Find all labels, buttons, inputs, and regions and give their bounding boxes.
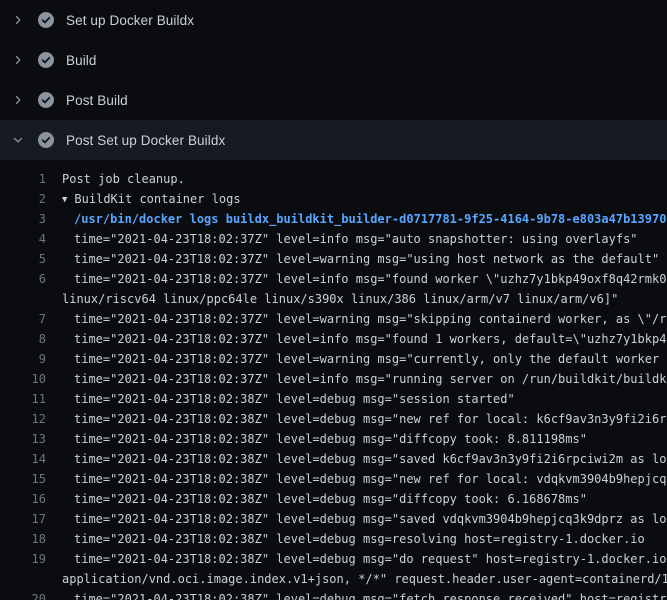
log-line-text: ▼time="2021-04-23T18:02:38Z" level=debug… xyxy=(46,529,667,549)
log-line-number xyxy=(0,569,46,589)
step-success-check-icon xyxy=(38,52,54,68)
chevron-right-icon xyxy=(12,54,24,66)
log-line-number[interactable]: 6 xyxy=(0,269,46,289)
log-line-number xyxy=(0,289,46,309)
log-line-text: ▼time="2021-04-23T18:02:38Z" level=debug… xyxy=(46,409,667,429)
log-line-text: ▼time="2021-04-23T18:02:37Z" level=warni… xyxy=(46,249,667,269)
log-line-number[interactable]: 7 xyxy=(0,309,46,329)
log-line-text: ▼time="2021-04-23T18:02:38Z" level=debug… xyxy=(46,589,667,600)
log-line-number[interactable]: 5 xyxy=(0,249,46,269)
log-line-text: ▼time="2021-04-23T18:02:37Z" level=info … xyxy=(46,269,667,289)
log-line: 8 ▼time="2021-04-23T18:02:37Z" level=inf… xyxy=(0,329,667,349)
log-line: 18 ▼time="2021-04-23T18:02:38Z" level=de… xyxy=(0,529,667,549)
log-line: 1 ▼Post job cleanup. xyxy=(0,169,667,189)
log-line-text: ▼time="2021-04-23T18:02:37Z" level=warni… xyxy=(46,309,667,329)
log-line-text: ▼time="2021-04-23T18:02:37Z" level=info … xyxy=(46,329,667,349)
log-line-number[interactable]: 16 xyxy=(0,489,46,509)
log-line: 20 ▼time="2021-04-23T18:02:38Z" level=de… xyxy=(0,589,667,600)
log-line-number[interactable]: 18 xyxy=(0,529,46,549)
log-container: 1 ▼Post job cleanup. 2 ▼BuildKit contain… xyxy=(0,160,667,600)
log-line-number[interactable]: 9 xyxy=(0,349,46,369)
log-line: 4 ▼time="2021-04-23T18:02:37Z" level=inf… xyxy=(0,229,667,249)
log-line-number[interactable]: 15 xyxy=(0,469,46,489)
log-line: 3 ▼/usr/bin/docker logs buildx_buildkit_… xyxy=(0,209,667,229)
step-label: Post Build xyxy=(66,93,128,108)
log-line-number[interactable]: 17 xyxy=(0,509,46,529)
log-line: 15 ▼time="2021-04-23T18:02:38Z" level=de… xyxy=(0,469,667,489)
chevron-right-icon xyxy=(12,94,24,106)
log-line-text: ▼time="2021-04-23T18:02:37Z" level=info … xyxy=(46,369,667,389)
log-line: 14 ▼time="2021-04-23T18:02:38Z" level=de… xyxy=(0,449,667,469)
chevron-down-icon xyxy=(12,134,24,146)
log-line-number[interactable]: 4 xyxy=(0,229,46,249)
log-line-continuation: ▼linux/riscv64 linux/ppc64le linux/s390x… xyxy=(0,289,667,309)
log-line-number[interactable]: 3 xyxy=(0,209,46,229)
log-line-number[interactable]: 19 xyxy=(0,549,46,569)
step-success-check-icon xyxy=(38,92,54,108)
log-line-text: ▼time="2021-04-23T18:02:38Z" level=debug… xyxy=(46,549,667,569)
log-line: 9 ▼time="2021-04-23T18:02:37Z" level=war… xyxy=(0,349,667,369)
log-line: 11 ▼time="2021-04-23T18:02:38Z" level=de… xyxy=(0,389,667,409)
step-success-check-icon xyxy=(38,132,54,148)
log-line-number[interactable]: 2 xyxy=(0,189,46,209)
log-line: 2 ▼BuildKit container logs xyxy=(0,189,667,209)
log-line: 6 ▼time="2021-04-23T18:02:37Z" level=inf… xyxy=(0,269,667,289)
log-line: 16 ▼time="2021-04-23T18:02:38Z" level=de… xyxy=(0,489,667,509)
log-line-text: ▼time="2021-04-23T18:02:38Z" level=debug… xyxy=(46,389,667,409)
log-line-number[interactable]: 13 xyxy=(0,429,46,449)
step-label: Post Set up Docker Buildx xyxy=(66,133,225,148)
group-collapse-triangle-icon: ▼ xyxy=(62,195,67,205)
log-line: 17 ▼time="2021-04-23T18:02:38Z" level=de… xyxy=(0,509,667,529)
log-line: 19 ▼time="2021-04-23T18:02:38Z" level=de… xyxy=(0,549,667,569)
log-line: 10 ▼time="2021-04-23T18:02:37Z" level=in… xyxy=(0,369,667,389)
log-line-text: ▼time="2021-04-23T18:02:38Z" level=debug… xyxy=(46,429,667,449)
log-line-number[interactable]: 1 xyxy=(0,169,46,189)
log-line-text: ▼time="2021-04-23T18:02:38Z" level=debug… xyxy=(46,449,667,469)
step-success-check-icon xyxy=(38,12,54,28)
log-line-text[interactable]: ▼BuildKit container logs xyxy=(46,189,667,209)
log-line-continuation: ▼application/vnd.oci.image.index.v1+json… xyxy=(0,569,667,589)
log-line-text: ▼/usr/bin/docker logs buildx_buildkit_bu… xyxy=(46,209,667,229)
log-line-text: ▼time="2021-04-23T18:02:38Z" level=debug… xyxy=(46,469,667,489)
step-row-post-set-up-docker-buildx[interactable]: Post Set up Docker Buildx xyxy=(0,120,667,160)
step-label: Build xyxy=(66,53,97,68)
log-line-text: ▼time="2021-04-23T18:02:38Z" level=debug… xyxy=(46,489,667,509)
log-line-number[interactable]: 8 xyxy=(0,329,46,349)
log-line: 12 ▼time="2021-04-23T18:02:38Z" level=de… xyxy=(0,409,667,429)
log-line-text: ▼time="2021-04-23T18:02:37Z" level=info … xyxy=(46,229,667,249)
log-line-number[interactable]: 20 xyxy=(0,589,46,600)
log-line: 7 ▼time="2021-04-23T18:02:37Z" level=war… xyxy=(0,309,667,329)
log-line-number[interactable]: 12 xyxy=(0,409,46,429)
step-row-set-up-docker-buildx[interactable]: Set up Docker Buildx xyxy=(0,0,667,40)
log-line-number[interactable]: 10 xyxy=(0,369,46,389)
log-line-number[interactable]: 14 xyxy=(0,449,46,469)
log-line-text: ▼Post job cleanup. xyxy=(46,169,667,189)
log-line-text: ▼application/vnd.oci.image.index.v1+json… xyxy=(46,569,667,589)
step-row-post-build[interactable]: Post Build xyxy=(0,80,667,120)
log-line: 13 ▼time="2021-04-23T18:02:38Z" level=de… xyxy=(0,429,667,449)
log-line-text: ▼linux/riscv64 linux/ppc64le linux/s390x… xyxy=(46,289,667,309)
steps-list: Set up Docker Buildx Build Post Build xyxy=(0,0,667,160)
log-line-text: ▼time="2021-04-23T18:02:38Z" level=debug… xyxy=(46,509,667,529)
step-row-build[interactable]: Build xyxy=(0,40,667,80)
log-line-text: ▼time="2021-04-23T18:02:37Z" level=warni… xyxy=(46,349,667,369)
step-label: Set up Docker Buildx xyxy=(66,13,194,28)
log-line: 5 ▼time="2021-04-23T18:02:37Z" level=war… xyxy=(0,249,667,269)
log-line-number[interactable]: 11 xyxy=(0,389,46,409)
chevron-right-icon xyxy=(12,14,24,26)
